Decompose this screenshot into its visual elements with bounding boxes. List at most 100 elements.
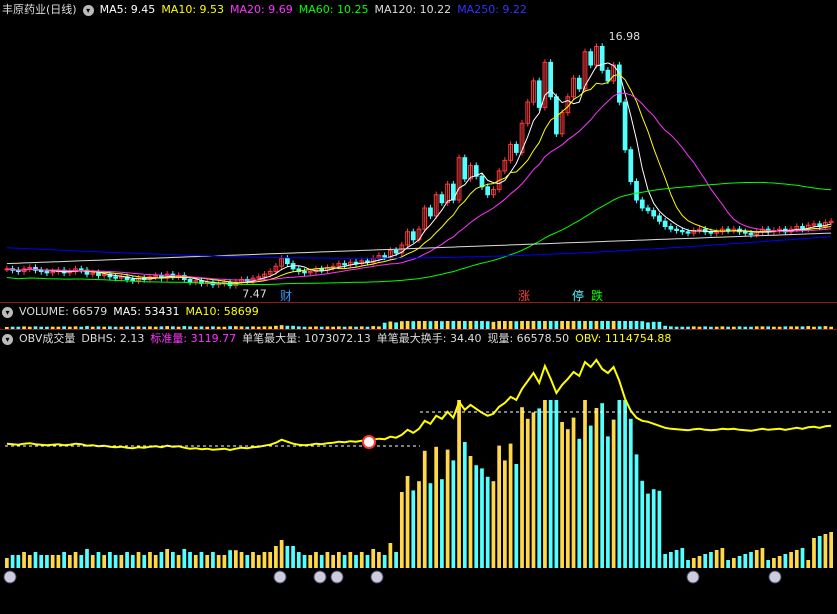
marker-die: 跌 — [591, 288, 603, 303]
volume-bar — [491, 321, 496, 329]
obv-volume-bar — [806, 560, 811, 568]
candle-body — [513, 143, 519, 153]
obv-volume-bar — [79, 555, 84, 568]
obv-volume-bar — [85, 549, 89, 568]
obv-volume-bar — [268, 552, 273, 568]
candle-body — [679, 229, 685, 233]
obv-volume-bar — [669, 552, 673, 568]
volume-bar — [508, 321, 513, 329]
obv-volume-bar — [646, 493, 650, 568]
price-high-label: 16.98 — [609, 30, 641, 43]
obv-volume-bar — [199, 552, 204, 568]
obv-volume-bar — [731, 558, 736, 568]
sad-face-icon — [370, 570, 384, 584]
max-single-label: 单笔最大量: 1073072.13 — [242, 332, 371, 345]
panel-divider — [0, 302, 837, 303]
volume-ma5-label: MA5: 53431 — [113, 305, 180, 318]
obv-volume-bar — [709, 552, 713, 568]
obv-volume-bar — [754, 550, 759, 568]
obv-volume-bar — [165, 549, 169, 568]
obv-volume-bar — [617, 400, 622, 568]
obv-volume-bar — [451, 460, 456, 568]
obv-volume-bar — [216, 555, 221, 568]
obv-volume-bar — [16, 555, 21, 568]
volume-bar — [640, 321, 645, 329]
candle-body — [628, 149, 634, 183]
volume-label: VOLUME: 66579 — [19, 305, 108, 318]
obv-volume-bar — [468, 456, 473, 568]
obv-volume-bar — [794, 550, 799, 568]
obv-volume-bar — [56, 555, 61, 568]
obv-volume-bar — [399, 492, 404, 568]
obv-volume-bar — [359, 552, 364, 568]
obv-volume-bar — [337, 552, 341, 568]
sad-face-icon — [3, 570, 17, 584]
price-low-label: 7.47 — [242, 288, 267, 301]
obv-volume-bar — [474, 465, 479, 568]
obv-volume-bar — [262, 552, 267, 568]
volume-ma10-label: MA10: 58699 — [185, 305, 259, 318]
marker-zhang: 涨 — [518, 288, 530, 303]
candle-body — [462, 157, 468, 180]
candle-body — [742, 231, 748, 234]
candle-body — [576, 77, 582, 90]
obv-volume-bar — [176, 555, 181, 568]
collapse-icon[interactable]: ▾ — [2, 306, 13, 318]
candle-body — [674, 228, 679, 231]
obv-volume-bar — [594, 408, 599, 568]
obv-volume-bar — [291, 546, 295, 568]
volume-panel-header: ▾ VOLUME: 66579 MA5: 53431 MA10: 58699 — [2, 304, 265, 320]
obv-volume-bar — [50, 555, 55, 568]
obv-volume-bar — [211, 552, 215, 568]
marker-ting: 停 — [572, 288, 584, 303]
volume-bar — [537, 321, 542, 329]
collapse-icon[interactable]: ▾ — [2, 333, 13, 345]
obv-volume-bar — [73, 552, 78, 568]
obv-volume-bar — [457, 400, 461, 568]
obv-volume-bar — [623, 400, 627, 568]
obv-volume-bar — [22, 552, 26, 568]
candle-body — [605, 69, 611, 82]
obv-volume-bar — [583, 400, 587, 568]
obv-signal-plus-icon — [362, 435, 376, 449]
obv-volume-bar — [663, 554, 667, 568]
obv-volume-bar — [67, 555, 72, 568]
obv-line — [6, 358, 832, 452]
dbhs-label: DBHS: 2.13 — [81, 332, 145, 345]
volume-bar — [606, 321, 610, 329]
candle-body — [588, 51, 594, 66]
candle-body — [685, 231, 691, 234]
obv-volume-bar — [256, 555, 261, 568]
volume-bar — [474, 321, 479, 329]
obv-volume-bar — [205, 555, 210, 568]
obv-volume-bar — [703, 554, 708, 568]
volume-bar — [543, 321, 547, 329]
volume-bar — [628, 321, 633, 329]
volume-bar — [388, 321, 393, 329]
obv-volume-bar — [365, 555, 370, 568]
std-volume-label: 标准量: 3119.77 — [150, 332, 237, 345]
obv-volume-bar — [554, 400, 559, 568]
obv-volume-bar — [148, 552, 152, 568]
volume-bar — [600, 321, 605, 329]
obv-volume-bar — [600, 403, 605, 568]
obv-volume-bar — [657, 490, 662, 568]
obv-volume-bar — [485, 476, 490, 568]
obv-volume-bar — [285, 546, 290, 568]
candle-body — [44, 271, 50, 274]
marker-cai: 财 — [280, 289, 292, 303]
volume-bar — [577, 321, 582, 329]
obv-volume-bar — [445, 449, 450, 568]
panel-divider — [0, 329, 837, 330]
volume-bar — [525, 321, 530, 329]
obv-volume-bar — [33, 552, 38, 568]
obv-volume-bar — [508, 443, 513, 568]
volume-bar — [503, 321, 507, 329]
sad-face-icon — [686, 570, 700, 584]
obv-volume-bar — [125, 552, 129, 568]
sad-face-icon — [330, 570, 344, 584]
obv-volume-bar — [119, 555, 124, 568]
obv-volume-bar — [714, 550, 719, 568]
volume-bar — [457, 321, 461, 329]
stock-chart-window: 丰原药业(日线) ▾ MA5: 9.45 MA10: 9.53 MA20: 9.69 MA… — [0, 0, 837, 614]
